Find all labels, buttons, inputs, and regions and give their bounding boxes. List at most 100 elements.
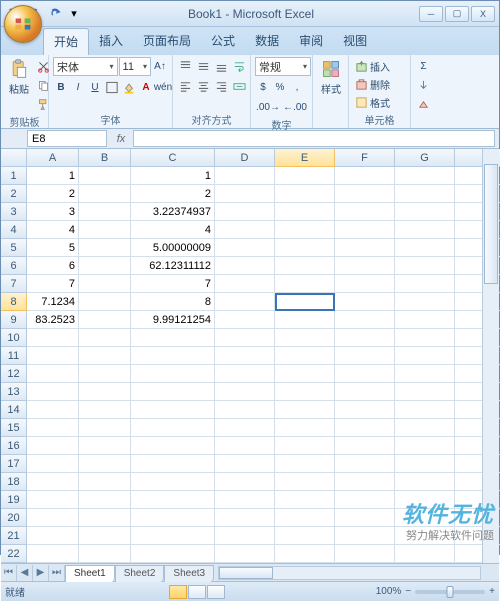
vertical-scrollbar[interactable] [482, 149, 499, 563]
zoom-out-button[interactable]: − [405, 586, 411, 597]
cell-C18[interactable] [131, 473, 215, 491]
align-right-icon[interactable] [213, 77, 230, 95]
cell-D20[interactable] [215, 509, 275, 527]
decrease-decimal-icon[interactable]: ←.00 [282, 98, 308, 116]
merge-center-icon[interactable] [231, 77, 248, 95]
cell-A18[interactable] [27, 473, 79, 491]
page-layout-view-button[interactable] [188, 585, 206, 599]
cell-A2[interactable]: 2 [27, 185, 79, 203]
cell-C5[interactable]: 5.00000009 [131, 239, 215, 257]
cell-C22[interactable] [131, 545, 215, 563]
row-header-7[interactable]: 7 [1, 275, 27, 293]
cell-C16[interactable] [131, 437, 215, 455]
cell-G15[interactable] [395, 419, 455, 437]
cell-D5[interactable] [215, 239, 275, 257]
cell-D17[interactable] [215, 455, 275, 473]
cell-B9[interactable] [79, 311, 131, 329]
cell-G13[interactable] [395, 383, 455, 401]
cell-F2[interactable] [335, 185, 395, 203]
cell-G2[interactable] [395, 185, 455, 203]
cell-A15[interactable] [27, 419, 79, 437]
percent-icon[interactable]: % [272, 78, 288, 96]
grow-font-icon[interactable]: A↑ [152, 58, 168, 76]
cell-E14[interactable] [275, 401, 335, 419]
cell-B1[interactable] [79, 167, 131, 185]
font-color-icon[interactable]: A [138, 78, 154, 96]
cell-A10[interactable] [27, 329, 79, 347]
row-header-20[interactable]: 20 [1, 509, 27, 527]
are[interactable] [415, 590, 485, 594]
cell-A22[interactable] [27, 545, 79, 563]
delete-cells-button[interactable]: 删除 [353, 75, 392, 93]
col-header-F[interactable]: F [335, 149, 395, 167]
row-header-13[interactable]: 13 [1, 383, 27, 401]
cell-E10[interactable] [275, 329, 335, 347]
cell-D13[interactable] [215, 383, 275, 401]
cell-D7[interactable] [215, 275, 275, 293]
cell-E12[interactable] [275, 365, 335, 383]
cell-A5[interactable]: 5 [27, 239, 79, 257]
cell-B11[interactable] [79, 347, 131, 365]
cell-C17[interactable] [131, 455, 215, 473]
qat-more-icon[interactable]: ▾ [65, 5, 83, 23]
cell-A6[interactable]: 6 [27, 257, 79, 275]
cell-E6[interactable] [275, 257, 335, 275]
cell-A9[interactable]: 83.2523 [27, 311, 79, 329]
cell-G4[interactable] [395, 221, 455, 239]
cell-F7[interactable] [335, 275, 395, 293]
cell-D10[interactable] [215, 329, 275, 347]
cell-F14[interactable] [335, 401, 395, 419]
cell-E7[interactable] [275, 275, 335, 293]
cell-G16[interactable] [395, 437, 455, 455]
fill-icon[interactable] [415, 76, 432, 94]
clear-icon[interactable] [415, 95, 432, 113]
row-header-8[interactable]: 8 [1, 293, 27, 311]
ribbon-tab-5[interactable]: 审阅 [289, 28, 333, 55]
cell-F12[interactable] [335, 365, 395, 383]
cell-C10[interactable] [131, 329, 215, 347]
underline-button[interactable]: U [87, 78, 103, 96]
cell-F22[interactable] [335, 545, 395, 563]
cell-G10[interactable] [395, 329, 455, 347]
align-left-icon[interactable] [177, 77, 194, 95]
cell-G12[interactable] [395, 365, 455, 383]
row-header-19[interactable]: 19 [1, 491, 27, 509]
cell-F18[interactable] [335, 473, 395, 491]
cell-G11[interactable] [395, 347, 455, 365]
cell-G7[interactable] [395, 275, 455, 293]
cell-E13[interactable] [275, 383, 335, 401]
number-format-combo[interactable]: 常规▾ [255, 57, 311, 76]
increase-decimal-icon[interactable]: .00→ [255, 98, 281, 116]
sheet-tab-sheet1[interactable]: Sheet1 [65, 565, 115, 582]
cell-G1[interactable] [395, 167, 455, 185]
cell-B14[interactable] [79, 401, 131, 419]
cell-F8[interactable] [335, 293, 395, 311]
cell-D4[interactable] [215, 221, 275, 239]
row-header-14[interactable]: 14 [1, 401, 27, 419]
comma-icon[interactable]: , [289, 78, 305, 96]
cell-D18[interactable] [215, 473, 275, 491]
cell-E21[interactable] [275, 527, 335, 545]
ribbon-tab-0[interactable]: 开始 [43, 28, 89, 55]
maximize-button[interactable]: ▢ [445, 6, 469, 22]
row-header-21[interactable]: 21 [1, 527, 27, 545]
cell-A3[interactable]: 3 [27, 203, 79, 221]
cell-C12[interactable] [131, 365, 215, 383]
minimize-button[interactable]: ─ [419, 6, 443, 22]
cell-A4[interactable]: 4 [27, 221, 79, 239]
row-header-9[interactable]: 9 [1, 311, 27, 329]
cell-B13[interactable] [79, 383, 131, 401]
cell-D3[interactable] [215, 203, 275, 221]
cell-B19[interactable] [79, 491, 131, 509]
row-header-11[interactable]: 11 [1, 347, 27, 365]
cell-F9[interactable] [335, 311, 395, 329]
scrollbar-thumb[interactable] [484, 164, 498, 284]
cell-B4[interactable] [79, 221, 131, 239]
cell-F4[interactable] [335, 221, 395, 239]
cell-F6[interactable] [335, 257, 395, 275]
cell-G22[interactable] [395, 545, 455, 563]
cell-C13[interactable] [131, 383, 215, 401]
row-header-2[interactable]: 2 [1, 185, 27, 203]
format-cells-button[interactable]: 格式 [353, 93, 392, 111]
cell-F21[interactable] [335, 527, 395, 545]
